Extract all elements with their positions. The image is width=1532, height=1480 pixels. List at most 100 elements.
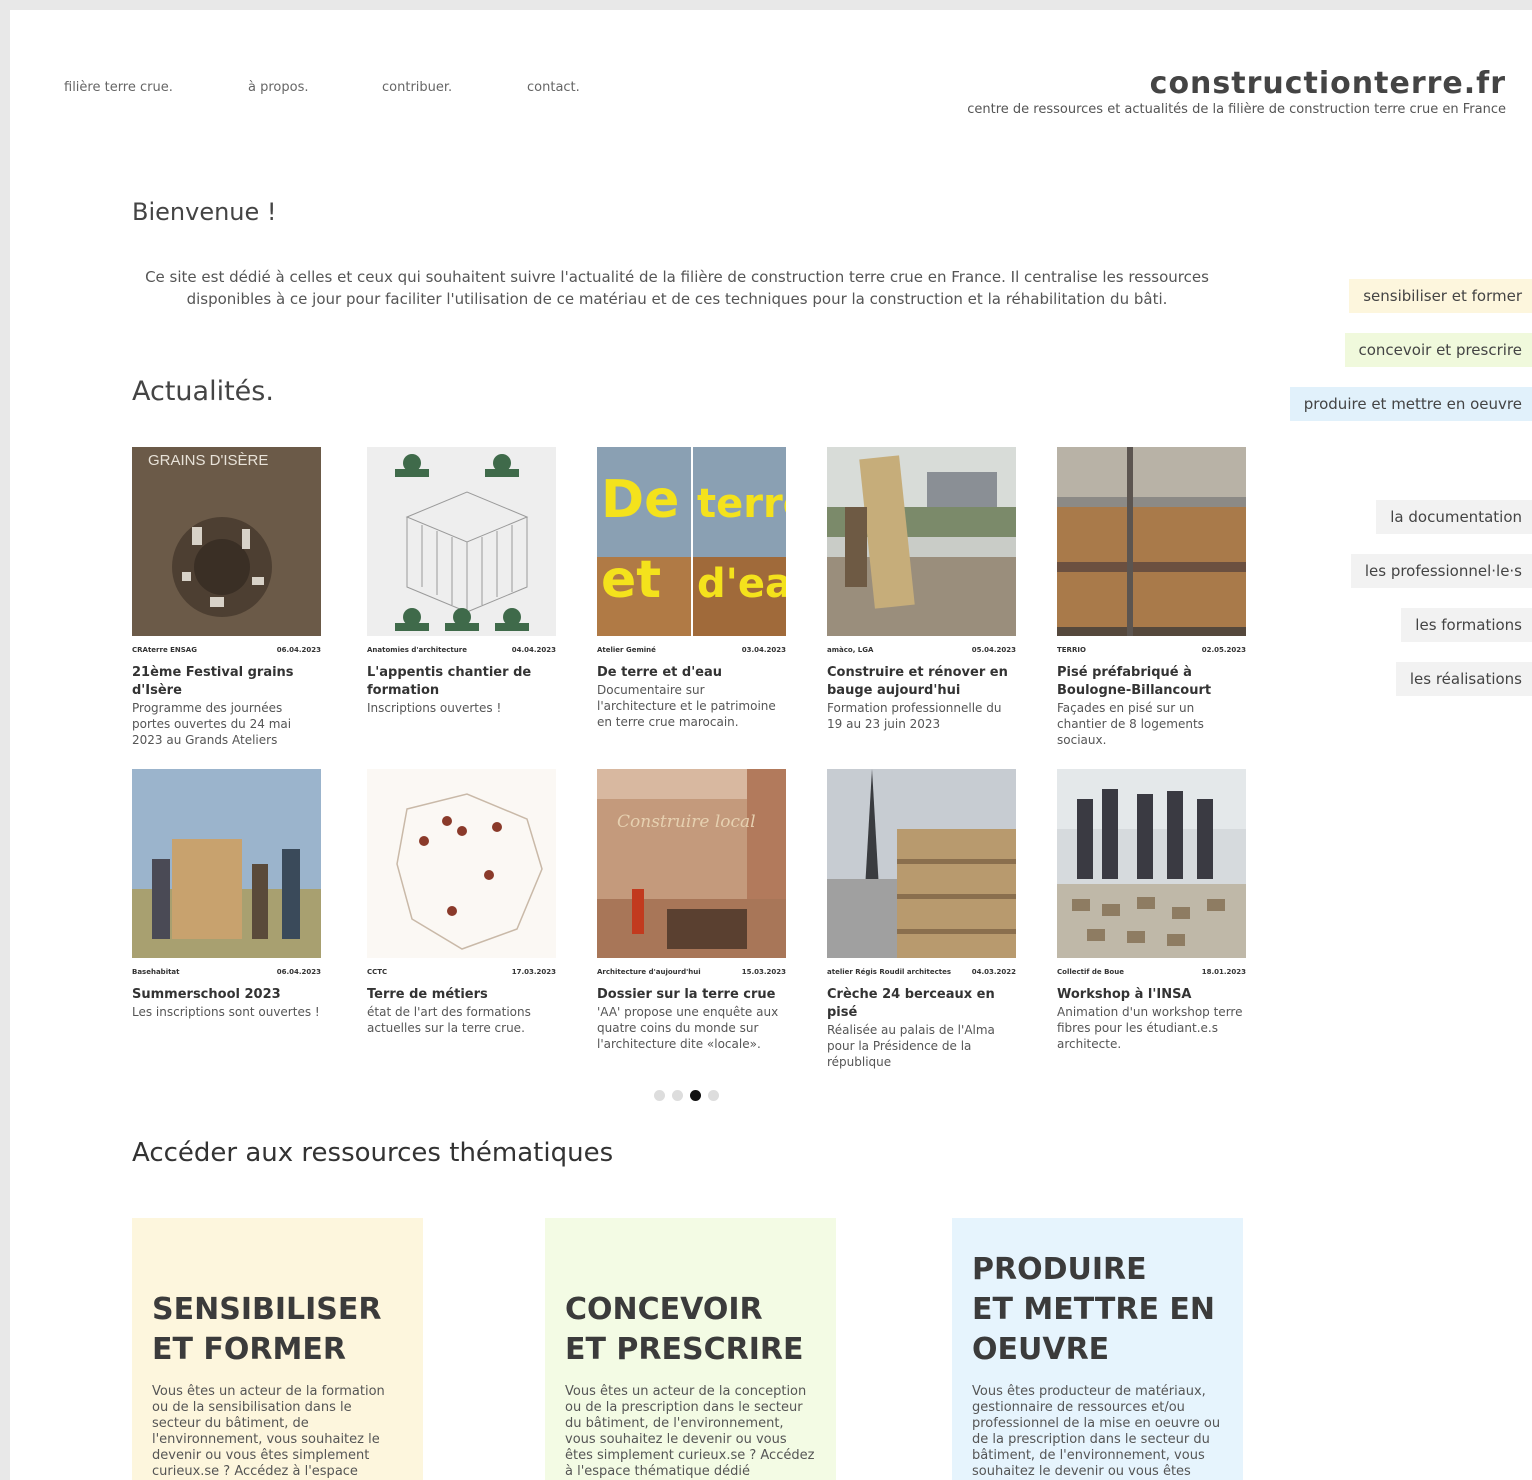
- news-card-image[interactable]: [367, 769, 556, 958]
- theme-card-text: Vous êtes un acteur de la formation ou d…: [152, 1384, 385, 1479]
- news-card-image[interactable]: [1057, 769, 1246, 958]
- news-card-date: 17.03.2023: [511, 968, 556, 976]
- news-card[interactable]: TERRIO 02.05.2023 Pisé préfabriqué à Boul…: [1057, 447, 1246, 748]
- news-card-image-text: GRAINS D'ISÈRE: [148, 452, 268, 469]
- news-card-image-text: Construire local: [617, 812, 756, 832]
- news-card[interactable]: De et terre d'eau Atelier Geminé 03.04.20…: [597, 447, 786, 730]
- news-card-image[interactable]: De et terre d'eau: [597, 447, 786, 636]
- news-card-desc: Formation professionnelle du 19 au 23 ju…: [827, 701, 1002, 731]
- news-card-title[interactable]: Dossier sur la terre crue: [597, 986, 786, 1004]
- news-card-title[interactable]: Crèche 24 berceaux en pisé: [827, 986, 1016, 1022]
- news-card-image[interactable]: [132, 769, 321, 958]
- site-brand[interactable]: constructionterre.fr centre de ressource…: [967, 68, 1506, 118]
- news-card-meta: Architecture d'aujourd'hui 15.03.2023: [597, 968, 786, 976]
- news-card-meta: Basehabitat 06.04.2023: [132, 968, 321, 976]
- sidebar-formations[interactable]: les formations: [1401, 608, 1532, 642]
- carousel-dot-3[interactable]: [690, 1090, 701, 1101]
- news-card-title[interactable]: Summerschool 2023: [132, 986, 321, 1004]
- news-card-source: amàco, LGA: [827, 646, 874, 654]
- news-card-date: 06.04.2023: [276, 968, 321, 976]
- news-title: Actualités.: [132, 376, 274, 407]
- news-card-date: 03.04.2023: [741, 646, 786, 654]
- sidebar-theme-produire[interactable]: produire et mettre en oeuvre: [1289, 387, 1532, 421]
- news-card-source: Anatomies d'architecture: [367, 646, 467, 654]
- news-card-meta: CCTC 17.03.2023: [367, 968, 556, 976]
- nav-contribuer[interactable]: contribuer.: [382, 80, 452, 95]
- theme-card-title: PRODUIRE ET METTRE EN OEUVRE: [972, 1250, 1223, 1370]
- svg-text:et: et: [601, 550, 661, 610]
- carousel-pagination: [654, 1090, 719, 1101]
- news-card-image[interactable]: [827, 447, 1016, 636]
- carousel-dot-2[interactable]: [672, 1090, 683, 1101]
- news-card[interactable]: Construire local Architecture d'aujourd'…: [597, 769, 786, 1052]
- news-card-image[interactable]: GRAINS D'ISÈRE: [132, 447, 321, 636]
- sidebar-realisations[interactable]: les réalisations: [1395, 662, 1532, 696]
- news-card[interactable]: GRAINS D'ISÈRE CRAterre ENSAG 06.04.2023 …: [132, 447, 321, 748]
- nav-filiere[interactable]: filière terre crue.: [64, 80, 173, 95]
- carousel-dot-1[interactable]: [654, 1090, 665, 1101]
- nav-contact[interactable]: contact.: [527, 80, 580, 95]
- news-card-title[interactable]: Pisé préfabriqué à Boulogne-Billancourt: [1057, 664, 1246, 700]
- theme-title-line: ET FORMER: [152, 1332, 346, 1367]
- theme-card-concevoir[interactable]: CONCEVOIR ET PRESCRIRE Vous êtes un acte…: [545, 1218, 836, 1480]
- news-card-meta: CRAterre ENSAG 06.04.2023: [132, 646, 321, 654]
- news-card-image[interactable]: [1057, 447, 1246, 636]
- theme-card-sensibiliser[interactable]: SENSIBILISER ET FORMER Vous êtes un acte…: [132, 1218, 423, 1480]
- news-card-desc: 'AA' propose une enquête aux quatre coin…: [597, 1005, 779, 1051]
- sidebar-theme-sensibiliser[interactable]: sensibiliser et former: [1349, 279, 1532, 313]
- theme-card-title: SENSIBILISER ET FORMER: [152, 1290, 403, 1370]
- theme-card-text: Vous êtes producteur de matériaux, gesti…: [972, 1384, 1221, 1479]
- news-card-date: 04.04.2023: [511, 646, 556, 654]
- news-card-image[interactable]: Construire local: [597, 769, 786, 958]
- news-card-title[interactable]: De terre et d'eau: [597, 664, 786, 682]
- news-card[interactable]: Collectif de Boue 18.01.2023 Workshop à l…: [1057, 769, 1246, 1052]
- sidebar-documentation[interactable]: la documentation: [1376, 500, 1532, 534]
- theme-title-line: CONCEVOIR: [565, 1292, 763, 1327]
- sidebar-professionnels[interactable]: les professionnel·le·s: [1350, 554, 1532, 588]
- news-card[interactable]: amàco, LGA 05.04.2023 Construire et rénov…: [827, 447, 1016, 732]
- news-card-desc: Inscriptions ouvertes !: [367, 701, 502, 715]
- news-card-date: 04.03.2022: [971, 968, 1016, 976]
- theme-card-text: Vous êtes un acteur de la conception ou …: [565, 1384, 815, 1479]
- news-card-date: 06.04.2023: [276, 646, 321, 654]
- news-card-desc: Animation d'un workshop terre fibres pou…: [1057, 1005, 1243, 1051]
- nav-a-propos[interactable]: à propos.: [248, 80, 308, 95]
- news-card-source: Collectif de Boue: [1057, 968, 1124, 976]
- sidebar-theme-concevoir[interactable]: concevoir et prescrire: [1344, 333, 1532, 367]
- news-card-date: 02.05.2023: [1201, 646, 1246, 654]
- news-card[interactable]: Basehabitat 06.04.2023 Summerschool 2023 …: [132, 769, 321, 1020]
- news-card-meta: Collectif de Boue 18.01.2023: [1057, 968, 1246, 976]
- news-card[interactable]: atelier Régis Roudil architectes 04.03.20…: [827, 769, 1016, 1070]
- news-card-source: Basehabitat: [132, 968, 180, 976]
- news-card[interactable]: CCTC 17.03.2023 Terre de métiers état de …: [367, 769, 556, 1036]
- news-card-desc: Réalisée au palais de l'Alma pour la Pré…: [827, 1023, 995, 1069]
- news-card-title[interactable]: Workshop à l'INSA: [1057, 986, 1246, 1004]
- site-name[interactable]: constructionterre.fr: [967, 68, 1506, 100]
- news-card[interactable]: Anatomies d'architecture 04.04.2023 L'app…: [367, 447, 556, 716]
- theme-title-line: ET METTRE EN: [972, 1292, 1216, 1327]
- resources-title: Accéder aux ressources thématiques: [132, 1138, 614, 1168]
- news-card-source: Architecture d'aujourd'hui: [597, 968, 701, 976]
- news-card-date: 05.04.2023: [971, 646, 1016, 654]
- news-card-meta: TERRIO 02.05.2023: [1057, 646, 1246, 654]
- carousel-dot-4[interactable]: [708, 1090, 719, 1101]
- news-card-image[interactable]: [367, 447, 556, 636]
- theme-card-produire[interactable]: PRODUIRE ET METTRE EN OEUVRE Vous êtes p…: [952, 1218, 1243, 1480]
- news-card-title[interactable]: L'appentis chantier de formation: [367, 664, 556, 700]
- news-card-meta: atelier Régis Roudil architectes 04.03.20…: [827, 968, 1016, 976]
- news-card-title[interactable]: Construire et rénover en bauge aujourd'h…: [827, 664, 1016, 700]
- news-card-desc: Façades en pisé sur un chantier de 8 log…: [1057, 701, 1204, 747]
- theme-title-line: PRODUIRE: [972, 1252, 1147, 1287]
- theme-card-title: CONCEVOIR ET PRESCRIRE: [565, 1290, 816, 1370]
- news-card-meta: Atelier Geminé 03.04.2023: [597, 646, 786, 654]
- news-card-title[interactable]: 21ème Festival grains d'Isère: [132, 664, 321, 700]
- svg-text:terre: terre: [697, 481, 786, 527]
- news-card-desc: état de l'art des formations actuelles s…: [367, 1005, 531, 1035]
- news-card-desc: Programme des journées portes ouvertes d…: [132, 701, 292, 747]
- news-card-image[interactable]: [827, 769, 1016, 958]
- news-card-title[interactable]: Terre de métiers: [367, 986, 556, 1004]
- news-card-desc: Les inscriptions sont ouvertes !: [132, 1005, 320, 1019]
- news-card-source: Atelier Geminé: [597, 646, 656, 654]
- svg-text:d'eau: d'eau: [697, 561, 786, 607]
- news-card-source: CRAterre ENSAG: [132, 646, 197, 654]
